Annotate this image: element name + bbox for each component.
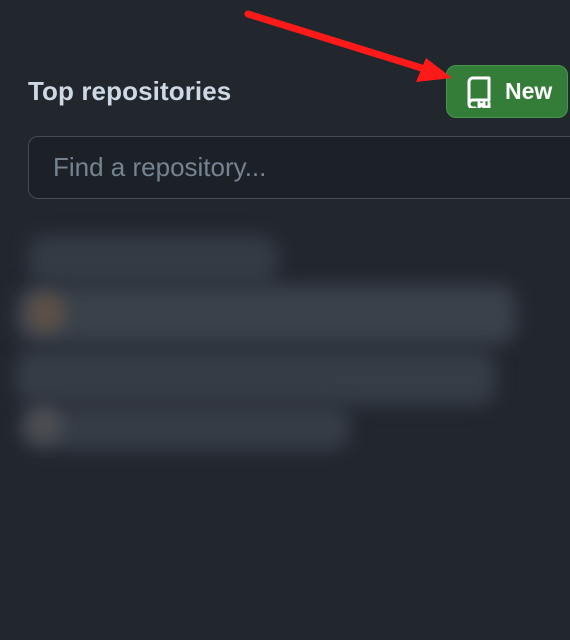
redacted-block xyxy=(16,350,496,405)
new-repository-button[interactable]: New xyxy=(446,65,568,118)
redacted-block xyxy=(28,235,278,285)
repo-icon xyxy=(465,76,493,109)
redacted-avatar xyxy=(26,293,66,333)
new-button-label: New xyxy=(505,78,553,104)
redacted-block xyxy=(16,285,516,345)
find-repository-input[interactable] xyxy=(28,136,570,199)
repository-list-redacted xyxy=(0,225,570,475)
section-title: Top repositories xyxy=(28,76,232,106)
redacted-block xyxy=(20,405,350,450)
redacted-avatar xyxy=(26,407,62,443)
repositories-panel: Top repositories New xyxy=(0,0,570,640)
